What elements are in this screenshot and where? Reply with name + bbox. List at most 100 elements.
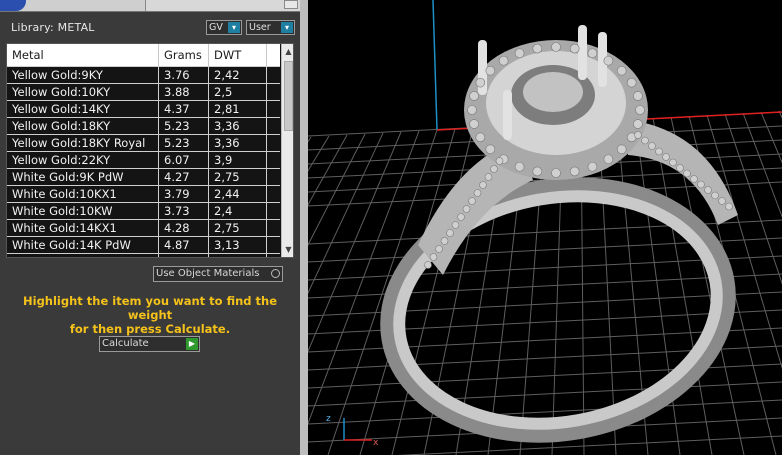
cell-dwt: 2,75	[209, 169, 267, 185]
cell-metal: Yellow Gold:22KY	[7, 152, 159, 168]
melee-bead	[587, 161, 598, 172]
column-header-grams[interactable]: Grams	[159, 44, 209, 66]
melee-bead	[697, 180, 705, 189]
melee-bead	[532, 166, 543, 177]
melee-bead	[485, 65, 496, 76]
cell-grams: 5.23	[159, 118, 209, 134]
cell-dwt: 2,44	[209, 186, 267, 202]
melee-bead	[690, 175, 698, 183]
user-label: User	[249, 22, 271, 33]
metal-library-panel: Library: METAL GV ▾ User ▾ Metal Grams D…	[0, 0, 300, 455]
cell-spacer	[267, 203, 280, 219]
table-row[interactable]: White Gold:14KX1 4.28 2,75	[7, 219, 280, 236]
column-header-dwt[interactable]: DWT	[209, 44, 267, 66]
table-row[interactable]: White Gold:14KW4.372,77	[7, 253, 280, 257]
grid-line	[308, 381, 782, 407]
melee-bead	[429, 253, 438, 261]
viewport-canvas	[308, 0, 782, 455]
dropdown-arrow-icon: ▾	[228, 22, 240, 33]
melee-bead	[725, 202, 733, 211]
melee-bead	[655, 147, 663, 156]
cell-dwt: 2,42	[209, 67, 267, 83]
cell-grams: 4.27	[159, 169, 209, 185]
triad-x-label: x	[373, 438, 379, 448]
cell-spacer	[267, 220, 280, 236]
table-row[interactable]: White Gold:9K PdW 4.27 2,75	[7, 168, 280, 185]
instruction-line-1: Highlight the item you want to find the …	[23, 294, 277, 322]
column-header-metal[interactable]: Metal	[7, 44, 159, 66]
table-row[interactable]: White Gold:10KX1 3.79 2,44	[7, 185, 280, 202]
melee-bead	[484, 173, 493, 181]
triad-z-label: z	[326, 414, 331, 424]
melee-bead	[467, 105, 477, 115]
user-dropdown[interactable]: User ▾	[246, 20, 295, 35]
melee-bead	[451, 221, 460, 229]
cell-spacer	[267, 254, 280, 257]
table-row[interactable]: Yellow Gold:22KY 6.07 3,9	[7, 151, 280, 168]
table-row[interactable]: Yellow Gold:14KY 4.37 2,81	[7, 100, 280, 117]
library-label: Library: METAL	[11, 21, 95, 34]
cell-metal: White Gold:14KX1	[7, 220, 159, 236]
cell-metal: White Gold:10KX1	[7, 186, 159, 202]
cell-metal: Yellow Gold:10KY	[7, 84, 159, 100]
table-row[interactable]: Yellow Gold:9KY 3.76 2,42	[7, 66, 280, 83]
table-row[interactable]: White Gold:14K PdW 4.87 3,13	[7, 236, 280, 253]
use-object-materials-button[interactable]: Use Object Materials	[153, 266, 283, 282]
melee-bead	[495, 157, 504, 165]
panel-splitter[interactable]	[300, 0, 308, 455]
z-axis-line	[432, 0, 438, 131]
melee-bead	[616, 65, 627, 76]
gv-dropdown[interactable]: GV ▾	[206, 20, 242, 35]
3d-viewport[interactable]: z x	[308, 0, 782, 455]
melee-bead	[587, 48, 598, 59]
cell-grams: 3.79	[159, 186, 209, 202]
melee-bead	[468, 197, 476, 205]
calculate-label: Calculate	[102, 338, 149, 349]
cell-dwt: 3,13	[209, 237, 267, 253]
melee-bead	[711, 191, 719, 200]
grid-line	[308, 136, 312, 143]
cell-spacer	[267, 237, 280, 253]
scroll-down-icon[interactable]: ▼	[282, 244, 293, 256]
grid-line	[308, 135, 330, 172]
cell-metal: White Gold:10KW	[7, 203, 159, 219]
panel-button[interactable]	[284, 0, 298, 9]
table-scrollbar[interactable]: ▲ ▼	[281, 44, 293, 257]
melee-bead	[551, 42, 561, 52]
prong	[503, 90, 512, 140]
radio-icon[interactable]	[271, 269, 280, 278]
scroll-thumb[interactable]	[284, 61, 293, 131]
melee-bead	[641, 136, 649, 145]
melee-bead	[569, 43, 580, 54]
melee-bead	[446, 229, 454, 237]
cell-metal: Yellow Gold:18KY Royal	[7, 135, 159, 151]
cell-spacer	[267, 152, 280, 168]
cell-grams: 3.88	[159, 84, 209, 100]
table-row[interactable]: White Gold:10KW 3.73 2,4	[7, 202, 280, 219]
use-object-materials-label: Use Object Materials	[156, 268, 260, 279]
cell-metal: White Gold:9K PdW	[7, 169, 159, 185]
metal-table: Metal Grams DWT Yellow Gold:9KY 3.76 2,42 Y…	[6, 43, 294, 258]
melee-bead	[648, 142, 656, 150]
melee-bead	[626, 77, 637, 88]
melee-bead	[633, 119, 643, 129]
melee-bead	[603, 154, 614, 165]
table-row[interactable]: Yellow Gold:10KY 3.88 2,5	[7, 83, 280, 100]
melee-bead	[485, 144, 496, 155]
grid-line	[308, 363, 782, 389]
calculate-button[interactable]: Calculate ▶	[99, 336, 200, 352]
melee-bead	[532, 43, 543, 54]
cell-spacer	[267, 169, 280, 185]
cell-dwt: 2,4	[209, 203, 267, 219]
scroll-up-icon[interactable]: ▲	[282, 46, 293, 58]
melee-bead	[457, 213, 465, 221]
table-row[interactable]: Yellow Gold:18KY Royal 5.23 3,36	[7, 134, 280, 151]
cell-dwt: 2,75	[209, 220, 267, 236]
play-icon: ▶	[186, 338, 198, 350]
grid-line	[308, 132, 384, 295]
melee-bead	[475, 132, 486, 143]
table-row[interactable]: Yellow Gold:18KY 5.23 3,36	[7, 117, 280, 134]
melee-bead	[490, 165, 498, 173]
melee-bead	[634, 131, 642, 139]
melee-bead	[479, 181, 487, 189]
